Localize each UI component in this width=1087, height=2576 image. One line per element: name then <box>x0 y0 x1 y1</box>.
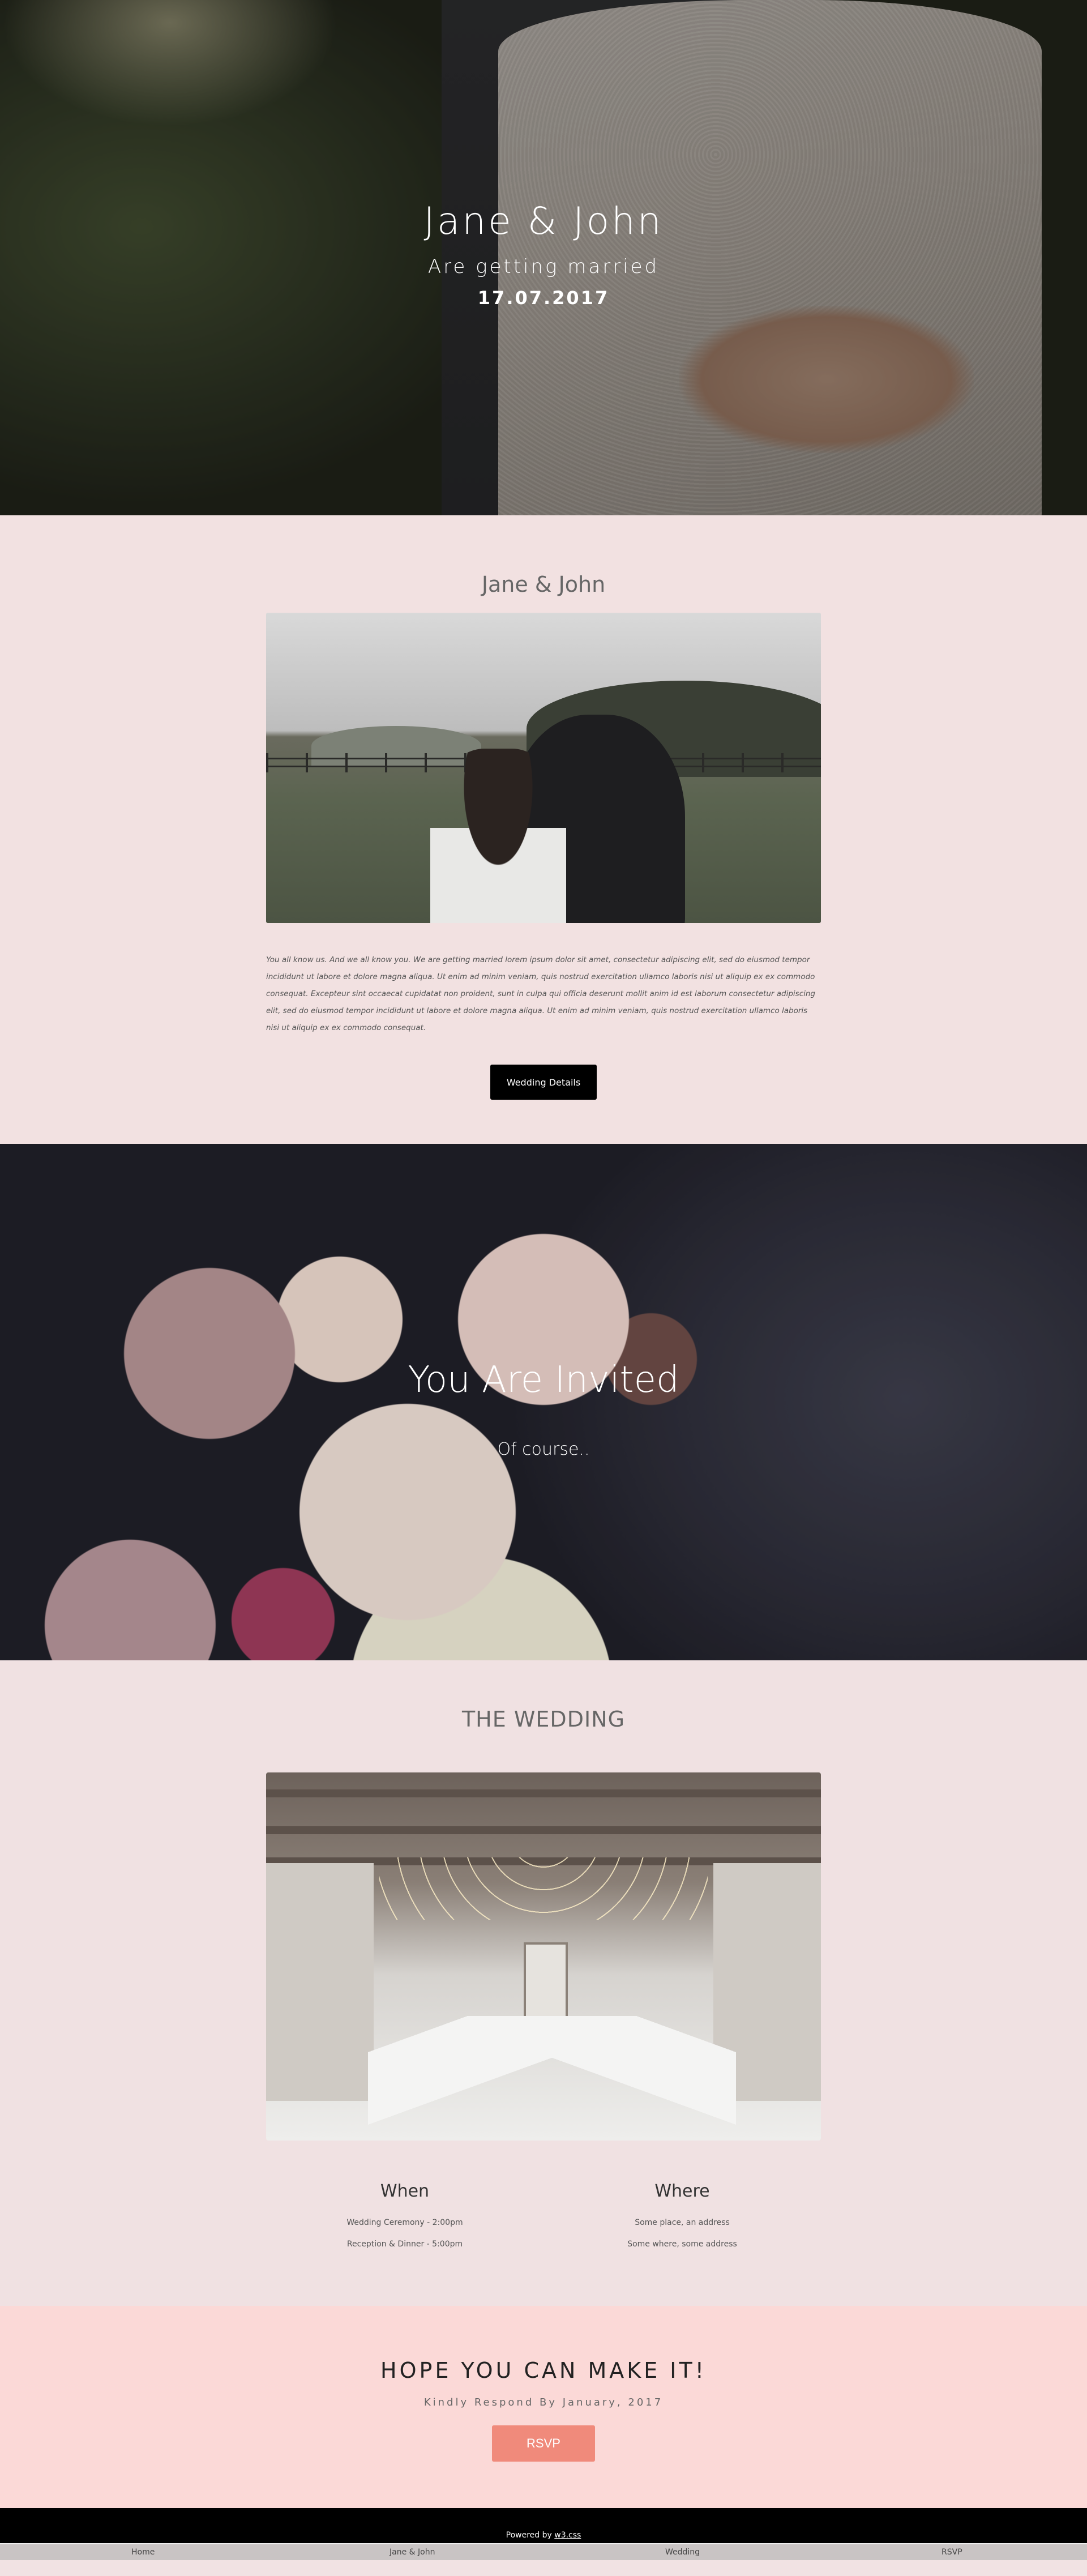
w3css-link[interactable]: w3.css <box>554 2531 581 2540</box>
rsvp-subtitle: Kindly Respond By January, 2017 <box>423 2396 664 2408</box>
about-text: You all know us. And we all know you. We… <box>266 955 815 1032</box>
when-line: Wedding Ceremony - 2:00pm <box>346 2218 463 2227</box>
when-line: Reception & Dinner - 5:00pm <box>346 2240 463 2249</box>
nav-item-rsvp[interactable]: RSVP <box>942 2548 962 2557</box>
flowers-background <box>0 1144 1087 1660</box>
where-line: Some place, an address <box>635 2218 730 2227</box>
hero-title: Jane & John <box>423 199 664 243</box>
when-heading: When <box>380 2181 430 2201</box>
hero-date: 17.07.2017 <box>477 287 610 309</box>
invited-subtitle: Of course.. <box>497 1439 590 1459</box>
where-heading: Where <box>654 2181 710 2201</box>
when-column: When Wedding Ceremony - 2:00pm Reception… <box>280 2181 529 2261</box>
nav-item-jane-john[interactable]: Jane & John <box>390 2548 435 2557</box>
wedding-title: THE WEDDING <box>461 1707 626 1732</box>
rsvp-title: HOPE YOU CAN MAKE IT! <box>380 2358 707 2383</box>
wedding-section: THE WEDDING When Wedding Ceremony - 2:00… <box>0 1660 1087 2306</box>
wedding-details-button[interactable]: Wedding Details <box>490 1065 597 1100</box>
rsvp-button[interactable]: RSVP <box>492 2425 595 2462</box>
hero-section: Jane & John Are getting married 17.07.20… <box>0 0 1087 515</box>
hero-subtitle: Are getting married <box>427 255 660 278</box>
nav-item-wedding[interactable]: Wedding <box>665 2548 700 2557</box>
about-title: Jane & John <box>481 572 606 597</box>
invited-section: You Are Invited Of course.. <box>0 1144 1087 1660</box>
footer: Powered by w3.css <box>0 2508 1087 2543</box>
invited-title: You Are Invited <box>408 1359 679 1401</box>
nav-item-home[interactable]: Home <box>131 2548 155 2557</box>
rsvp-section: HOPE YOU CAN MAKE IT! Kindly Respond By … <box>0 2306 1087 2508</box>
footer-powered-by: Powered by w3.css <box>506 2531 581 2540</box>
hero-content: Jane & John Are getting married 17.07.20… <box>0 199 1087 309</box>
about-section: Jane & John You all know us. And we all … <box>0 515 1087 1144</box>
where-column: Where Some place, an address Some where,… <box>558 2181 807 2261</box>
venue-photo <box>266 1772 821 2141</box>
couple-photo <box>266 613 821 923</box>
bottom-navbar: Home Jane & John Wedding RSVP <box>0 2543 1087 2560</box>
where-line: Some where, some address <box>627 2240 737 2249</box>
